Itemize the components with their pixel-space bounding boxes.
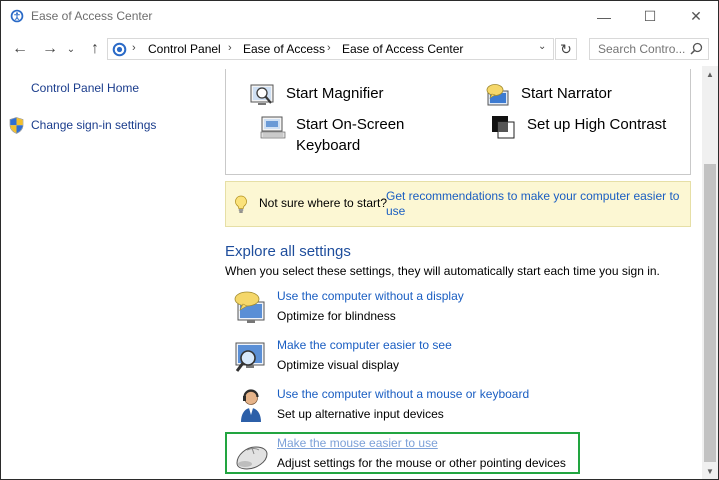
explore-item-easier-to-see: Make the computer easier to see Optimize… [225, 337, 685, 381]
recent-locations-button[interactable]: ⌄ [64, 38, 78, 60]
explore-item-without-mouse-keyboard: Use the computer without a mouse or keyb… [225, 386, 685, 430]
start-on-screen-keyboard-item[interactable]: Start On-Screen Keyboard [260, 114, 410, 156]
quick-access-panel: Start Magnifier Start Narrator Start On-… [225, 69, 691, 175]
without-display-description: Optimize for blindness [277, 309, 396, 323]
start-narrator-item[interactable]: Start Narrator [485, 83, 612, 109]
window-title: Ease of Access Center [31, 9, 153, 23]
search-icon [690, 42, 703, 55]
breadcrumb-separator: › [327, 42, 331, 54]
get-recommendations-link[interactable]: Get recommendations to make your compute… [386, 189, 686, 219]
tip-text: Not sure where to start? [259, 196, 388, 210]
highlight-box [225, 432, 580, 474]
close-button[interactable]: ✕ [673, 1, 718, 32]
explore-all-settings-heading: Explore all settings [225, 243, 351, 260]
explore-item-without-display: Use the computer without a display Optim… [225, 288, 685, 332]
easier-to-see-link[interactable]: Make the computer easier to see [277, 338, 452, 352]
tip-bar: Not sure where to start? Get recommendat… [225, 181, 691, 227]
breadcrumb-control-panel[interactable]: Control Panel [148, 42, 221, 56]
start-on-screen-keyboard-label: Start On-Screen Keyboard [296, 116, 405, 154]
back-button[interactable]: ← [9, 38, 31, 60]
breadcrumb-ease-of-access[interactable]: Ease of Access [243, 42, 325, 56]
keyboard-icon [260, 116, 286, 139]
magnifier-icon [250, 84, 274, 105]
start-narrator-label: Start Narrator [521, 85, 612, 102]
up-button[interactable]: ↑ [84, 38, 106, 60]
easier-to-see-description: Optimize visual display [277, 358, 400, 372]
set-up-high-contrast-label: Set up High Contrast [527, 116, 667, 133]
high-contrast-icon [492, 116, 515, 139]
window: Ease of Access Center — ☐ ✕ ← → ⌄ ↑ › Co… [0, 0, 719, 480]
search-box[interactable] [589, 38, 709, 60]
without-display-link[interactable]: Use the computer without a display [277, 289, 464, 303]
start-magnifier-item[interactable]: Start Magnifier [250, 83, 384, 109]
left-navigation: Control Panel Home Change sign-in settin… [1, 66, 216, 479]
narrator-icon [486, 84, 509, 106]
control-panel-home-link[interactable]: Control Panel Home [31, 81, 139, 95]
main-content: Start Magnifier Start Narrator Start On-… [216, 66, 702, 479]
address-bar[interactable]: › Control Panel › Ease of Access › Ease … [107, 38, 554, 60]
breadcrumb-separator: › [228, 42, 232, 54]
refresh-button[interactable]: ↻ [555, 38, 577, 60]
light-bulb-icon [235, 195, 247, 213]
shield-icon [9, 117, 24, 134]
maximize-button[interactable]: ☐ [627, 1, 673, 32]
minimize-button[interactable]: — [581, 1, 627, 32]
without-mouse-keyboard-link[interactable]: Use the computer without a mouse or keyb… [277, 387, 529, 401]
magnified-monitor-icon [235, 342, 265, 372]
breadcrumb-separator: › [132, 42, 136, 54]
set-up-high-contrast-item[interactable]: Set up High Contrast [491, 114, 666, 140]
scroll-thumb[interactable] [704, 164, 716, 462]
explore-description: When you select these settings, they wil… [225, 264, 660, 278]
scroll-up-arrow-icon[interactable]: ▲ [702, 66, 718, 82]
without-mouse-keyboard-description: Set up alternative input devices [277, 407, 444, 421]
control-panel-icon [112, 42, 127, 57]
address-row: ← → ⌄ ↑ › Control Panel › Ease of Access… [1, 32, 718, 66]
forward-button[interactable]: → [39, 38, 61, 60]
address-dropdown-icon[interactable]: ⌄ [538, 41, 546, 52]
search-input[interactable] [596, 41, 690, 57]
user-headset-icon [241, 389, 261, 422]
ease-of-access-icon [10, 9, 24, 23]
change-sign-in-settings-link[interactable]: Change sign-in settings [31, 118, 156, 132]
vertical-scrollbar[interactable]: ▲ ▼ [702, 66, 718, 479]
start-magnifier-label: Start Magnifier [286, 85, 384, 102]
speech-bubble-monitor-icon [234, 291, 265, 323]
breadcrumb-ease-of-access-center[interactable]: Ease of Access Center [342, 42, 463, 56]
scroll-down-arrow-icon[interactable]: ▼ [702, 463, 718, 479]
title-bar: Ease of Access Center — ☐ ✕ [1, 1, 718, 32]
